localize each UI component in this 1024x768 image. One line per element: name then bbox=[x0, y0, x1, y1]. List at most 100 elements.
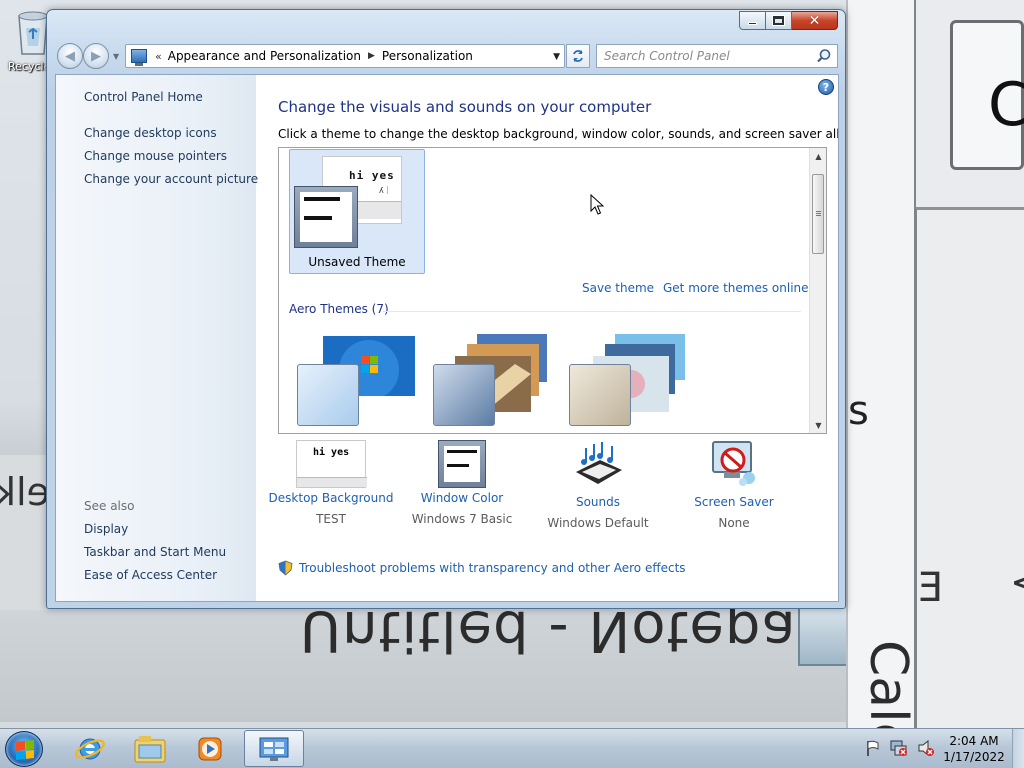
clock-time: 2:04 AM bbox=[949, 734, 999, 748]
mouse-cursor-icon bbox=[590, 194, 604, 215]
navigation-bar: ◀ ▶ ▼ « Appearance and Personalization ▶… bbox=[55, 43, 838, 69]
swatch-line bbox=[304, 216, 332, 220]
desktop-background-label[interactable]: Desktop Background bbox=[266, 491, 396, 505]
taskbar-start-menu-link[interactable]: Taskbar and Start Menu bbox=[84, 545, 226, 559]
taskbar: 2:04 AM 1/17/2022 bbox=[0, 728, 1024, 768]
group-divider bbox=[383, 311, 801, 312]
back-arrow-icon: ◀ bbox=[65, 48, 75, 64]
window-color-line bbox=[447, 450, 477, 453]
forward-button[interactable]: ▶ bbox=[83, 43, 109, 69]
window-color-line bbox=[447, 464, 469, 467]
minimize-button[interactable] bbox=[739, 11, 766, 30]
sounds-label[interactable]: Sounds bbox=[533, 495, 663, 509]
window-color-value: Windows 7 Basic bbox=[411, 512, 513, 526]
get-more-themes-link[interactable]: Get more themes online bbox=[663, 281, 809, 295]
address-dropdown-icon[interactable]: ▼ bbox=[553, 52, 560, 62]
taskbar-personalization[interactable] bbox=[244, 730, 304, 767]
glass-swatch-sky bbox=[297, 364, 359, 426]
search-placeholder: Search Control Panel bbox=[604, 49, 730, 63]
address-bar[interactable]: « Appearance and Personalization ▶ Perso… bbox=[125, 44, 565, 68]
scroll-down-icon[interactable]: ▼ bbox=[810, 417, 826, 433]
wallpaper-fragment: elk bbox=[0, 470, 50, 514]
search-input[interactable]: Search Control Panel bbox=[596, 44, 838, 68]
scrollbar-grip bbox=[816, 211, 821, 212]
sounds-value: Windows Default bbox=[547, 516, 649, 530]
change-desktop-icons-link[interactable]: Change desktop icons bbox=[84, 126, 217, 140]
show-desktop-button[interactable] bbox=[1012, 729, 1024, 768]
clock-date: 1/17/2022 bbox=[943, 750, 1005, 764]
speaker-muted-icon[interactable] bbox=[917, 739, 935, 757]
media-player-icon bbox=[198, 737, 222, 760]
page-subtitle: Click a theme to change the desktop back… bbox=[278, 127, 839, 141]
breadcrumb-appearance[interactable]: Appearance and Personalization bbox=[168, 49, 361, 63]
help-icon[interactable]: ? bbox=[818, 79, 834, 95]
scrollbar-grip bbox=[816, 213, 821, 214]
change-account-picture-link[interactable]: Change your account picture bbox=[84, 172, 258, 186]
theme-window-color-swatch bbox=[294, 186, 358, 248]
window-color-inner bbox=[444, 446, 480, 482]
desktop-background-icon: hi yes bbox=[296, 440, 367, 488]
taskbar-media-player[interactable] bbox=[180, 730, 240, 767]
troubleshoot-aero-link[interactable]: Troubleshoot problems with transparency … bbox=[278, 560, 686, 576]
window-color-label[interactable]: Window Color bbox=[397, 491, 527, 505]
main-content: ? Change the visuals and sounds on your … bbox=[256, 75, 839, 601]
see-also-heading: See also bbox=[84, 499, 135, 513]
theme-unsaved[interactable]: hi yes ʎ｜ Unsaved Theme bbox=[289, 149, 425, 274]
wallpaper-calc-text: Calcu bbox=[858, 640, 918, 728]
sounds-setting[interactable]: Sounds Windows Default bbox=[533, 440, 663, 530]
network-icon[interactable] bbox=[890, 739, 908, 757]
caption-buttons: ✕ bbox=[739, 11, 838, 30]
search-icon[interactable] bbox=[816, 48, 832, 64]
scrollbar-grip bbox=[816, 215, 821, 216]
theme-characters[interactable] bbox=[565, 334, 691, 428]
glass-swatch-sand bbox=[569, 364, 631, 426]
window-color-setting[interactable]: Window Color Windows 7 Basic bbox=[397, 440, 527, 526]
address-overflow-chevron[interactable]: « bbox=[155, 50, 162, 63]
desktop-background-value: TEST bbox=[316, 512, 346, 526]
forward-arrow-icon: ▶ bbox=[91, 48, 101, 64]
ease-of-access-link[interactable]: Ease of Access Center bbox=[84, 568, 217, 582]
start-button[interactable] bbox=[5, 731, 43, 767]
scrollbar-thumb[interactable] bbox=[812, 174, 824, 254]
maximize-button[interactable] bbox=[766, 11, 792, 30]
swatch-inner bbox=[300, 192, 352, 242]
wallpaper-panel bbox=[846, 0, 916, 728]
screen-saver-value: None bbox=[718, 516, 750, 530]
desktop-background-setting[interactable]: hi yes Desktop Background TEST bbox=[266, 440, 396, 526]
glass-swatch-slate bbox=[433, 364, 495, 426]
wallpaper-fragment: C bbox=[988, 70, 1024, 140]
icon-taskbar bbox=[297, 477, 367, 487]
taskbar-internet-explorer[interactable] bbox=[60, 730, 120, 767]
taskbar-windows-explorer[interactable] bbox=[120, 730, 180, 767]
icon-handwriting: hi yes bbox=[313, 447, 350, 458]
close-button[interactable]: ✕ bbox=[792, 11, 838, 30]
screen-saver-label[interactable]: Screen Saver bbox=[669, 495, 799, 509]
theme-list[interactable]: hi yes ʎ｜ Unsaved Theme Save theme Get m… bbox=[278, 147, 827, 434]
theme-architecture[interactable] bbox=[429, 334, 555, 428]
wallpaper-fragment: < bbox=[1010, 560, 1024, 604]
save-theme-link[interactable]: Save theme bbox=[582, 281, 654, 295]
shield-icon bbox=[278, 560, 293, 576]
thumbnail-handwriting: hi yes bbox=[349, 169, 395, 182]
ie-icon bbox=[75, 738, 105, 759]
client-area: Control Panel Home Change desktop icons … bbox=[55, 74, 839, 602]
breadcrumb-separator-icon[interactable]: ▶ bbox=[368, 51, 375, 61]
theme-windows-7[interactable] bbox=[293, 334, 419, 428]
personalization-window: ✕ ◀ ▶ ▼ « Appearance and Personalization… bbox=[46, 9, 846, 609]
notification-area bbox=[865, 739, 935, 757]
control-panel-home-link[interactable]: Control Panel Home bbox=[84, 90, 203, 104]
page-title: Change the visuals and sounds on your co… bbox=[278, 98, 652, 116]
minimize-icon bbox=[748, 22, 757, 25]
action-center-flag-icon[interactable] bbox=[865, 739, 881, 757]
scroll-up-icon[interactable]: ▲ bbox=[810, 148, 826, 164]
back-button[interactable]: ◀ bbox=[57, 43, 83, 69]
swatch-line bbox=[304, 197, 340, 201]
refresh-button[interactable] bbox=[566, 44, 590, 68]
display-link[interactable]: Display bbox=[84, 522, 128, 536]
system-clock[interactable]: 2:04 AM 1/17/2022 bbox=[940, 733, 1008, 765]
recent-pages-button[interactable]: ▼ bbox=[113, 52, 119, 61]
breadcrumb-personalization[interactable]: Personalization bbox=[382, 49, 473, 63]
theme-list-scrollbar[interactable]: ▲ ▼ bbox=[809, 148, 826, 433]
screen-saver-setting[interactable]: Screen Saver None bbox=[669, 440, 799, 530]
change-mouse-pointers-link[interactable]: Change mouse pointers bbox=[84, 149, 227, 163]
